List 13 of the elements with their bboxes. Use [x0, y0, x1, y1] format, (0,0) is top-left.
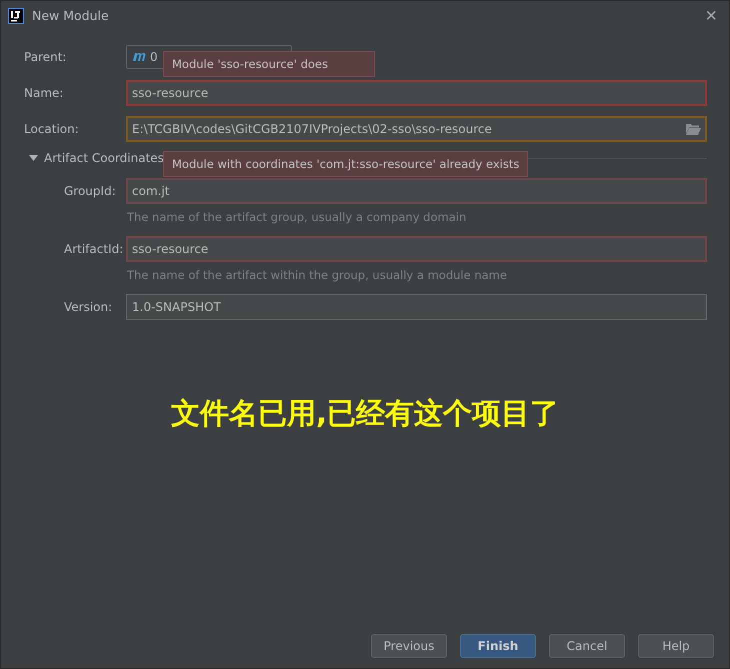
field-label: Version: — [63, 300, 114, 314]
hint-text: The name of the artifact within the group, usually a module name — [127, 268, 507, 282]
field-label: ArtifactId: — [63, 242, 124, 256]
field-label: Parent: — [24, 50, 68, 64]
annotation-text: 文件名已用,已经有这个项目了 — [170, 395, 560, 432]
field-label: Name: — [24, 86, 64, 100]
field-label: Location: — [24, 122, 80, 136]
field-label: GroupId: — [63, 184, 117, 198]
window-title: New Module — [32, 8, 109, 23]
hint-text: The name of the artifact group, usually a company domain — [127, 210, 466, 224]
error-tooltip: Module with coordinates 'com.jt:sso-resource' already exists — [163, 151, 528, 177]
error-tooltip: Module 'sso-resource' does — [163, 51, 375, 77]
section-title: Artifact Coordinates — [44, 151, 164, 165]
